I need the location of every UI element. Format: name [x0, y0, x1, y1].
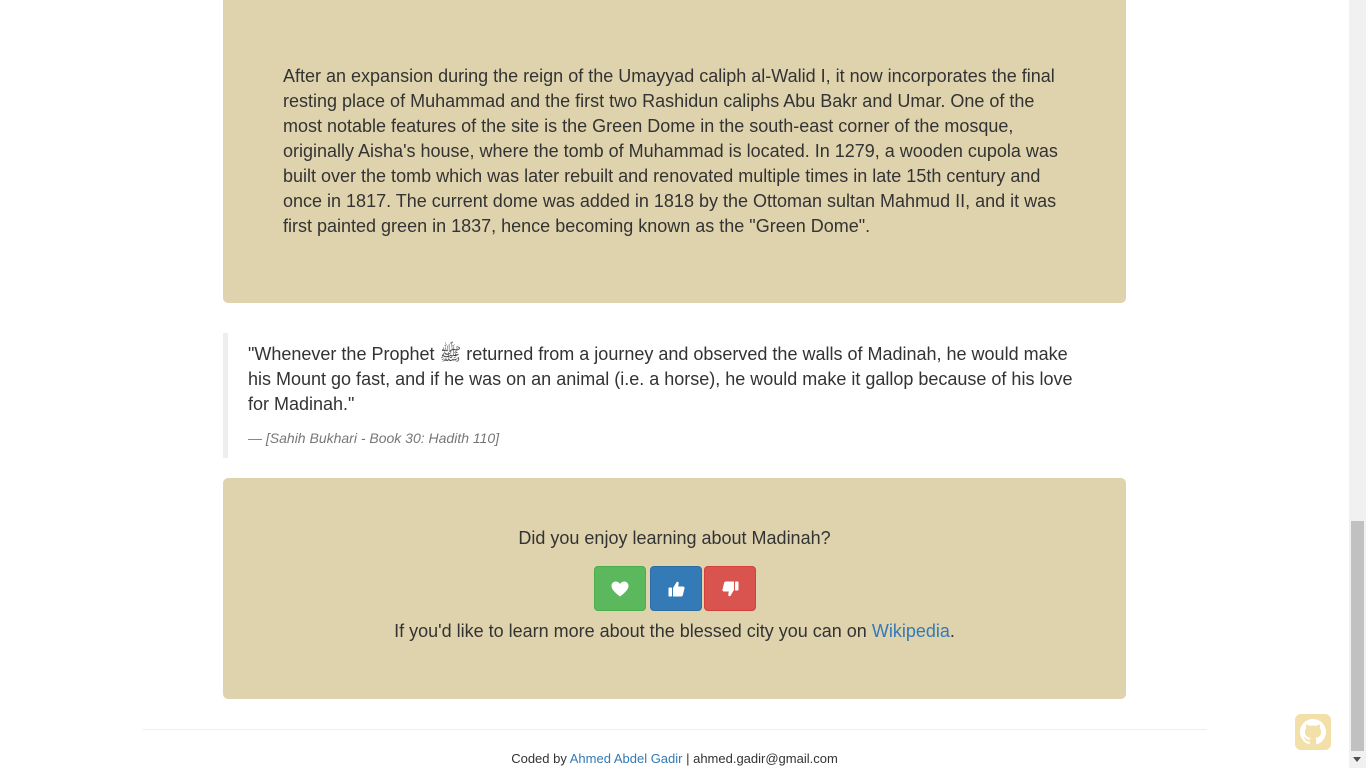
page-scrollbar[interactable] [1349, 0, 1366, 768]
like-button[interactable] [650, 566, 702, 611]
history-paragraph: After an expansion during the reign of t… [283, 66, 1058, 236]
author-email: ahmed.gadir@gmail.com [693, 751, 838, 766]
github-corner-link[interactable] [1295, 714, 1331, 750]
quote-citation: — [Sahih Bukhari - Book 30: Hadith 110] [248, 430, 500, 446]
wikipedia-link[interactable]: Wikipedia [872, 621, 950, 641]
scroll-down-arrow-icon[interactable] [1353, 757, 1361, 762]
learn-more-text: If you'd like to learn more about the bl… [223, 620, 1126, 642]
quote-text: "Whenever the Prophet ﷺ returned from a … [248, 344, 1073, 414]
footer: Coded by Ahmed Abdel Gadir | ahmed.gadir… [0, 750, 1349, 767]
love-button[interactable] [594, 566, 646, 611]
heart-icon [611, 581, 629, 596]
hadith-quote: "Whenever the Prophet ﷺ returned from a … [223, 333, 1126, 458]
learn-more-suffix: . [949, 621, 955, 641]
learn-more-prefix: If you'd like to learn more about the bl… [394, 621, 872, 641]
dislike-button[interactable] [704, 566, 756, 611]
github-icon [1295, 714, 1331, 750]
footer-separator: | [682, 751, 694, 766]
feedback-question: Did you enjoy learning about Madinah? [518, 528, 831, 548]
history-panel: After an expansion during the reign of t… [223, 0, 1126, 303]
thumbs-up-icon [668, 581, 685, 596]
coded-by-label: Coded by [511, 751, 570, 766]
scrollbar-thumb[interactable] [1351, 521, 1364, 751]
feedback-panel: Did you enjoy learning about Madinah? If… [223, 478, 1126, 699]
thumbs-down-icon [721, 581, 738, 596]
author-link[interactable]: Ahmed Abdel Gadir [570, 751, 683, 766]
feedback-buttons [594, 566, 756, 612]
footer-divider [143, 729, 1207, 730]
